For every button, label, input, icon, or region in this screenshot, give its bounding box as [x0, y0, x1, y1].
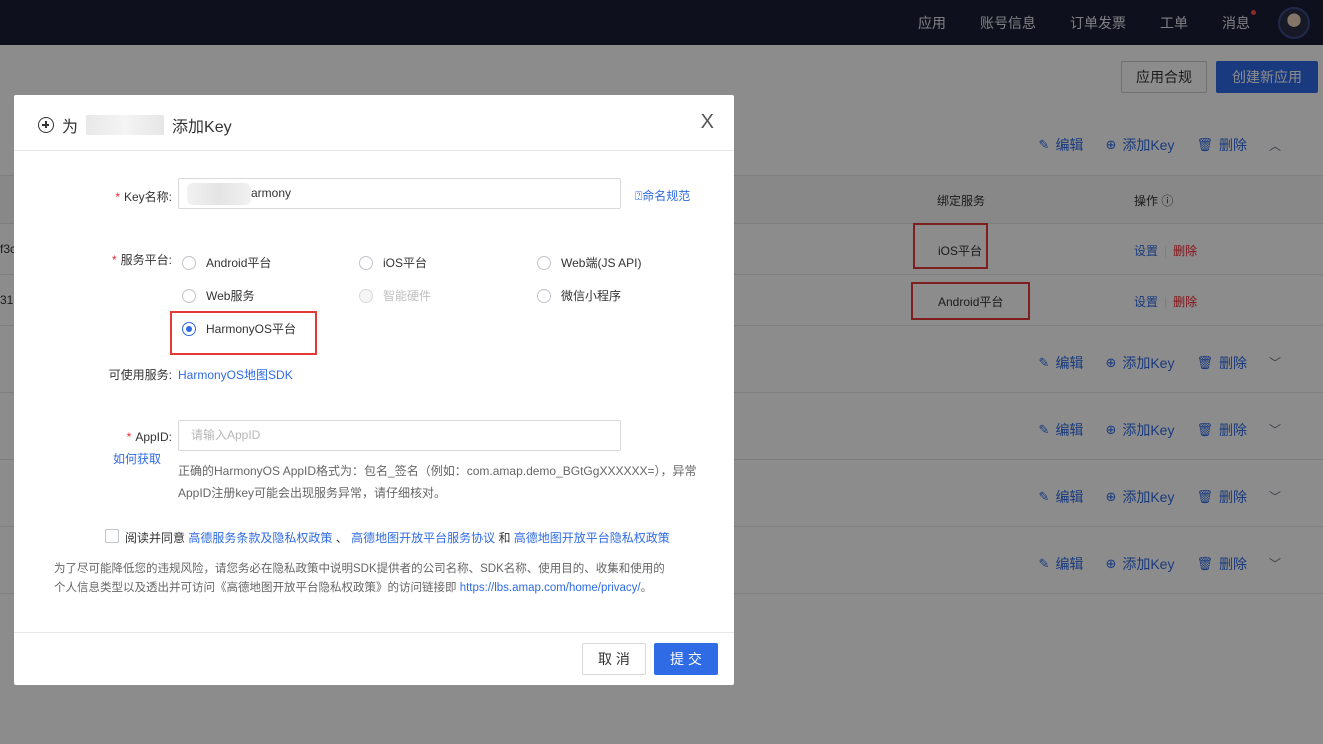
appid-hint-line1: 正确的HarmonyOS AppID格式为：包名_签名（例如：com.amap.…: [178, 464, 697, 478]
radio-label: Android平台: [206, 256, 272, 270]
cancel-button[interactable]: 取 消: [582, 643, 646, 675]
radio-circle: [359, 255, 373, 270]
required-mark: *: [126, 430, 132, 444]
terms-privacy-link[interactable]: 高德服务条款及隐私权政策: [188, 531, 332, 545]
platform-privacy-link[interactable]: 高德地图开放平台隐私权政策: [514, 531, 670, 545]
agreement-text: 阅读并同意 高德服务条款及隐私权政策 、 高德地图开放平台服务协议 和 高德地图…: [125, 529, 670, 546]
available-service-label: 可使用服务:: [108, 368, 172, 382]
modal-title: 为 添加Key: [38, 113, 232, 137]
key-name-label-text: Key名称:: [123, 190, 172, 204]
how-to-get-link[interactable]: 如何获取: [113, 450, 161, 467]
key-name-label: * Key名称:: [84, 188, 172, 205]
radio-label: 微信小程序: [561, 289, 622, 303]
modal-header: 为 添加Key X: [14, 95, 734, 151]
radio-circle: [537, 255, 551, 270]
platform-label: * 服务平台:: [84, 251, 172, 268]
radio-circle: [537, 288, 551, 303]
agree-and: 和: [498, 531, 511, 545]
radio-android[interactable]: Android平台: [182, 254, 271, 271]
agree-separator: 、: [335, 531, 348, 545]
close-icon[interactable]: X: [701, 111, 714, 134]
add-key-modal: 为 添加Key X * Key名称: armony ⍰命名规范 * 服务平台: An…: [14, 95, 734, 685]
naming-rule-link[interactable]: ⍰命名规范: [635, 187, 690, 204]
radio-circle: [359, 288, 373, 303]
privacy-url-link[interactable]: https://lbs.amap.com/home/privacy/: [460, 582, 641, 594]
title-suffix: 添加Key: [172, 119, 232, 136]
required-mark: *: [111, 253, 117, 267]
appid-label-text: AppID:: [135, 430, 172, 444]
radio-circle: [182, 288, 196, 303]
radio-web-js[interactable]: Web端(JS API): [537, 254, 641, 271]
agree-checkbox[interactable]: [105, 529, 119, 543]
radio-label: Web服务: [206, 289, 255, 303]
appid-label: * AppID:: [84, 430, 172, 444]
radio-ios[interactable]: iOS平台: [359, 254, 427, 271]
harmonyos-sdk-link[interactable]: HarmonyOS地图SDK: [178, 366, 293, 383]
key-name-value: armony: [251, 186, 292, 200]
platform-label-text: 服务平台:: [120, 253, 172, 267]
title-prefix: 为: [62, 119, 79, 136]
naming-rule-label: 命名规范: [642, 189, 691, 203]
service-agreement-link[interactable]: 高德地图开放平台服务协议: [351, 531, 495, 545]
radio-smart-hardware: 智能硬件: [359, 287, 431, 304]
radio-wechat-miniapp[interactable]: 微信小程序: [537, 287, 621, 304]
privacy-notice-line2: 个人信息类型以及透出并可访问《高德地图开放平台隐私权政策》的访问链接即 http…: [54, 577, 714, 599]
radio-label: Web端(JS API): [561, 256, 642, 270]
appid-hint-line2: AppID注册key可能会出现服务异常，请仔细核对。: [178, 486, 447, 500]
highlight-box: [170, 311, 317, 355]
appid-input[interactable]: 请输入AppID: [178, 420, 621, 451]
notice-text: 个人信息类型以及透出并可访问《高德地图开放平台隐私权政策》的访问链接即: [54, 582, 457, 594]
submit-button[interactable]: 提 交: [654, 643, 718, 675]
radio-circle: [182, 255, 196, 270]
agree-prefix: 阅读并同意: [125, 531, 186, 545]
redacted-key-prefix: [187, 182, 251, 205]
notice-end: 。: [640, 582, 653, 594]
appid-placeholder: 请输入AppID: [191, 428, 261, 442]
radio-label: iOS平台: [383, 256, 428, 270]
plus-circle-icon: [38, 117, 54, 133]
radio-label: 智能硬件: [383, 289, 432, 303]
redacted-app-name: [86, 115, 165, 135]
required-mark: *: [115, 190, 120, 204]
key-name-input[interactable]: armony: [178, 178, 621, 209]
radio-web-service[interactable]: Web服务: [182, 287, 254, 304]
